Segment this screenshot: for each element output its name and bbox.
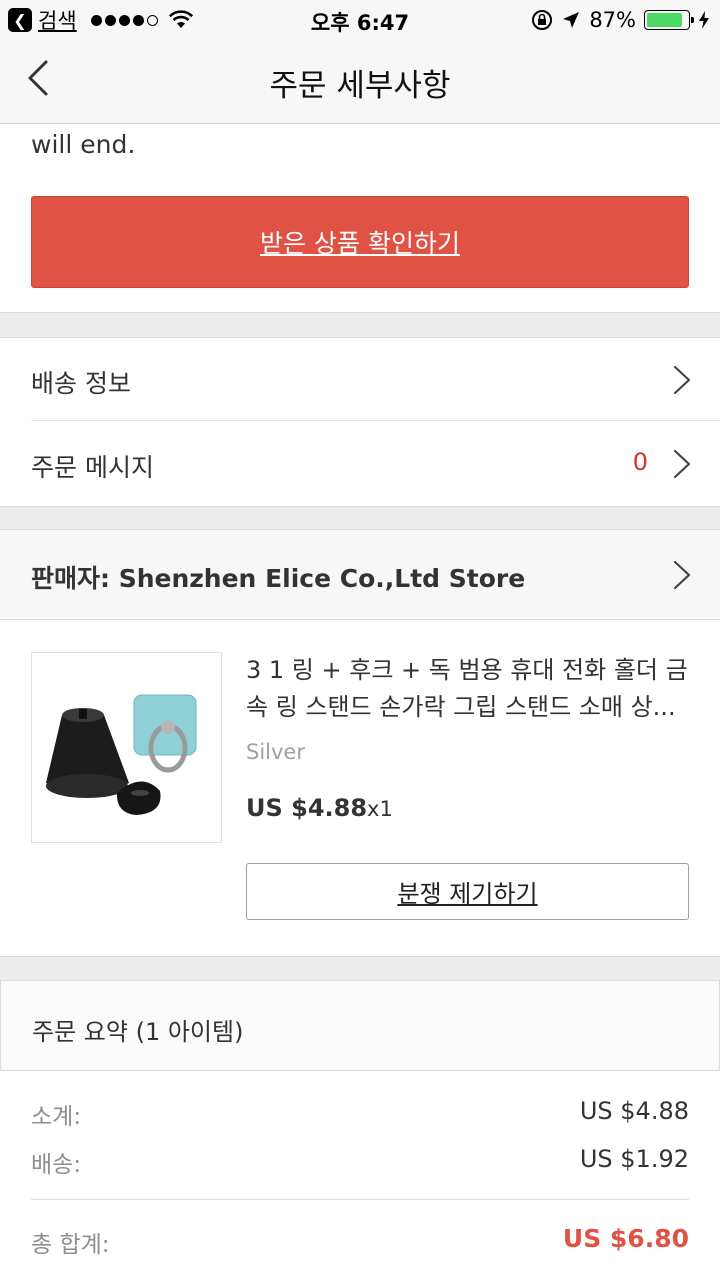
confirm-received-button[interactable]: 받은 상품 확인하기 [31,196,689,288]
chevron-right-icon [673,560,691,590]
product-variant: Silver [246,740,305,764]
battery-icon [644,10,694,30]
shipping-cost-label: 배송: [31,1152,82,1178]
summary-divider [31,1199,689,1200]
location-arrow-icon [563,12,580,28]
shipping-info-row[interactable]: 배송 정보 [0,338,720,422]
order-summary-title: 주문 요약 (1 아이템) [32,1018,244,1046]
charging-bolt-icon [699,11,709,29]
page-title: 주문 세부사항 [269,68,451,104]
status-right: 87% [531,7,710,33]
chevron-right-icon [673,365,691,395]
seller-name: 판매자: Shenzhen Elice Co.,Ltd Store [31,564,526,593]
battery-level [647,13,682,27]
row-divider [31,420,720,421]
section-divider [0,506,720,530]
section-divider [0,312,720,338]
rotation-lock-icon [532,10,553,30]
notice-text: will end. [31,130,136,159]
subtotal-label: 소계: [31,1104,82,1130]
total-value: US $6.80 [562,1224,689,1253]
total-label: 총 합계: [31,1232,110,1258]
battery-percent: 87% [589,8,636,32]
shipping-info-label: 배송 정보 [31,369,131,398]
product-price: US $4.88x1 [246,794,393,822]
nav-bar: 주문 세부사항 [0,40,720,124]
product-title[interactable]: 3 1 링 + 후크 + 독 범용 휴대 전화 홀더 금속 링 스탠드 손가락 … [246,652,690,726]
shipping-cost-value: US $1.92 [579,1145,689,1173]
seller-row[interactable]: 판매자: Shenzhen Elice Co.,Ltd Store [0,530,720,620]
section-divider [0,956,720,981]
price-value: US $4.88 [246,794,368,822]
phone-ring-holder-illustration [46,694,197,815]
subtotal-value: US $4.88 [579,1097,689,1125]
product-quantity: x1 [367,797,393,821]
status-bar: ❮ 검색 오후 6:47 87% [0,0,720,40]
order-summary-header: 주문 요약 (1 아이템) [0,981,720,1071]
message-count: 0 [632,448,648,476]
product-image[interactable] [31,652,222,843]
order-message-label: 주문 메시지 [31,453,154,482]
open-dispute-button[interactable]: 분쟁 제기하기 [246,863,689,920]
order-message-row[interactable]: 주문 메시지 0 [0,422,720,506]
chevron-right-icon [673,449,691,479]
